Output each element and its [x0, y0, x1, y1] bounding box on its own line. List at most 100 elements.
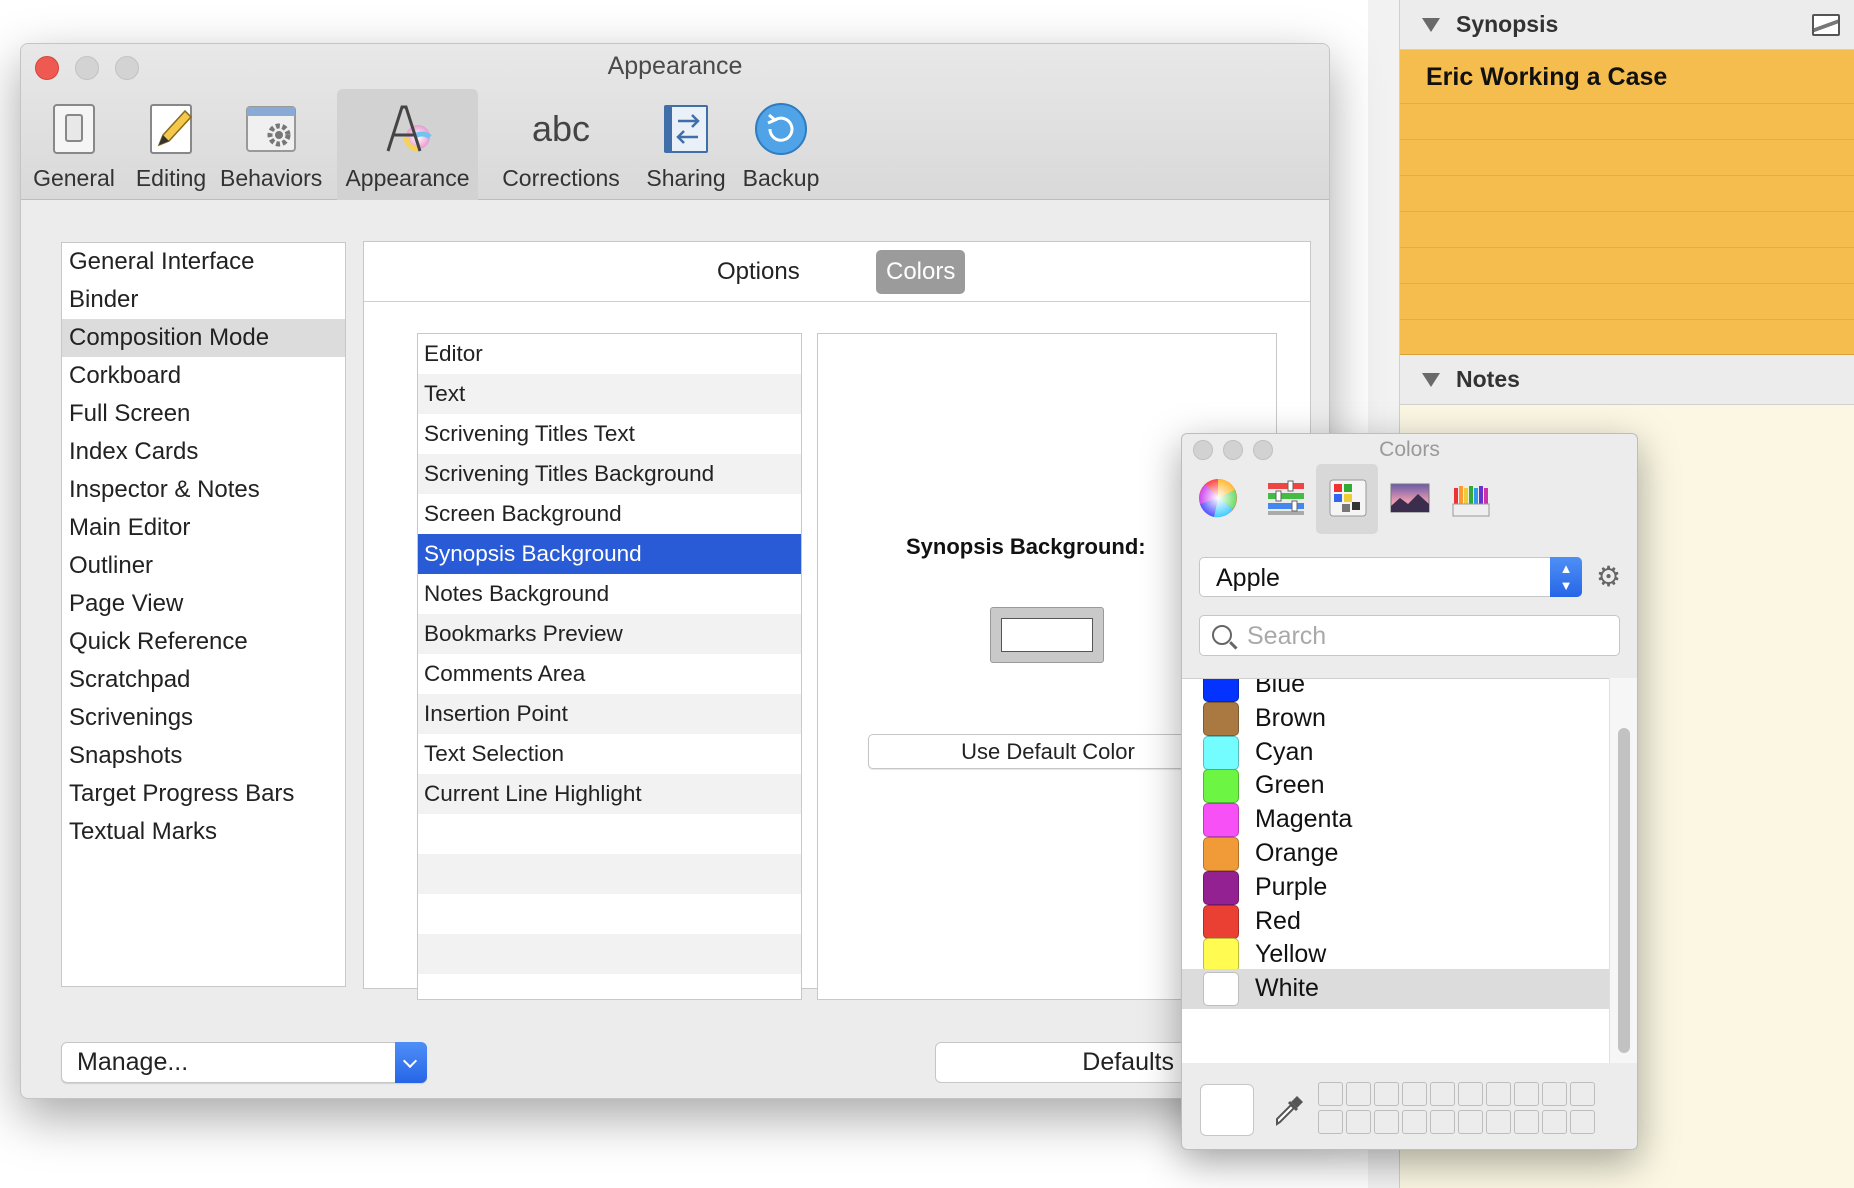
- segment-options[interactable]: Options: [707, 250, 810, 294]
- tab-image-palettes[interactable]: [1378, 464, 1440, 534]
- favorite-swatch-slot[interactable]: [1374, 1110, 1399, 1134]
- element-item[interactable]: Text: [418, 374, 801, 414]
- sliders-icon: [1268, 480, 1304, 515]
- element-item[interactable]: Current Line Highlight: [418, 774, 801, 814]
- element-item[interactable]: Comments Area: [418, 654, 801, 694]
- color-well-swatch: [1001, 618, 1093, 652]
- category-item[interactable]: Binder: [62, 281, 345, 319]
- favorite-swatch-slot[interactable]: [1486, 1110, 1511, 1134]
- element-item[interactable]: Notes Background: [418, 574, 801, 614]
- category-item[interactable]: Target Progress Bars: [62, 775, 345, 813]
- tool-sharing[interactable]: Sharing: [641, 89, 731, 200]
- favorite-swatch-slot[interactable]: [1346, 1082, 1371, 1106]
- swatch-scrollbar[interactable]: [1609, 678, 1637, 1063]
- favorite-swatch-slot[interactable]: [1402, 1110, 1427, 1134]
- search-placeholder: Search: [1247, 622, 1327, 650]
- preferences-toolbar: Appearance General Editing Behaviors App…: [21, 44, 1329, 200]
- search-icon: [1212, 625, 1232, 645]
- favorite-swatch-slot[interactable]: [1514, 1082, 1539, 1106]
- favorite-swatch-slot[interactable]: [1402, 1082, 1427, 1106]
- category-item[interactable]: Scrivenings: [62, 699, 345, 737]
- image-toggle-icon[interactable]: [1812, 14, 1840, 36]
- synopsis-header[interactable]: Synopsis: [1400, 0, 1854, 50]
- tab-pencils[interactable]: [1440, 464, 1502, 534]
- category-item[interactable]: Corkboard: [62, 357, 345, 395]
- defaults-button[interactable]: Defaults: [935, 1042, 1215, 1083]
- favorite-swatch-slot[interactable]: [1570, 1110, 1595, 1134]
- category-item[interactable]: Textual Marks: [62, 813, 345, 851]
- disclosure-triangle-icon[interactable]: [1422, 372, 1440, 387]
- swatch-name: Magenta: [1255, 805, 1353, 834]
- category-list[interactable]: General Interface Binder Composition Mod…: [61, 242, 346, 987]
- swatch-row[interactable]: White: [1182, 969, 1609, 1010]
- synopsis-title[interactable]: Eric Working a Case: [1426, 63, 1667, 92]
- manage-popup[interactable]: Manage...: [61, 1042, 427, 1083]
- favorite-swatch-slot[interactable]: [1430, 1082, 1455, 1106]
- swatch-chip: [1203, 735, 1239, 770]
- tool-appearance[interactable]: Appearance: [337, 89, 478, 200]
- favorite-swatch-slot[interactable]: [1486, 1082, 1511, 1106]
- favorite-swatch-slot[interactable]: [1570, 1082, 1595, 1106]
- tool-editing[interactable]: Editing: [130, 89, 212, 200]
- tool-backup[interactable]: Backup: [734, 89, 828, 200]
- favorite-swatch-slot[interactable]: [1318, 1110, 1343, 1134]
- color-element-list[interactable]: Editor Text Scrivening Titles Text Scriv…: [417, 333, 802, 1000]
- favorite-swatch-slot[interactable]: [1514, 1110, 1539, 1134]
- favorite-swatch-slot[interactable]: [1346, 1110, 1371, 1134]
- manage-label: Manage...: [77, 1048, 189, 1076]
- palette-select[interactable]: Apple ▲ ▼: [1199, 557, 1582, 597]
- category-item[interactable]: Outliner: [62, 547, 345, 585]
- swatch-name: Green: [1255, 771, 1325, 800]
- swatch-chip: [1203, 837, 1239, 871]
- color-well[interactable]: [990, 607, 1104, 663]
- favorite-swatch-slot[interactable]: [1430, 1110, 1455, 1134]
- tool-label: Editing: [135, 165, 207, 191]
- category-item[interactable]: Page View: [62, 585, 345, 623]
- favorite-swatch-slot[interactable]: [1458, 1110, 1483, 1134]
- current-color-well[interactable]: [1200, 1084, 1254, 1136]
- category-item[interactable]: Main Editor: [62, 509, 345, 547]
- category-item-selected[interactable]: Composition Mode: [62, 319, 345, 357]
- tab-palettes[interactable]: [1316, 464, 1378, 534]
- tab-sliders[interactable]: [1254, 464, 1316, 534]
- tool-corrections[interactable]: abc Corrections: [486, 89, 636, 200]
- element-item[interactable]: Scrivening Titles Background: [418, 454, 801, 494]
- tab-color-wheel[interactable]: [1186, 464, 1248, 534]
- eyedropper-icon[interactable]: [1271, 1094, 1305, 1128]
- synopsis-header-label: Synopsis: [1456, 11, 1559, 37]
- favorite-swatch-slot[interactable]: [1374, 1082, 1399, 1106]
- swatch-list[interactable]: Blue Brown Cyan Green Magenta Orange Purple Red…: [1182, 678, 1609, 1063]
- element-item[interactable]: Editor: [418, 334, 801, 374]
- category-item[interactable]: General Interface: [62, 243, 345, 281]
- image-palette-icon: [1390, 483, 1430, 513]
- behaviors-icon: [246, 106, 296, 152]
- category-item[interactable]: Quick Reference: [62, 623, 345, 661]
- category-item[interactable]: Scratchpad: [62, 661, 345, 699]
- element-item[interactable]: Bookmarks Preview: [418, 614, 801, 654]
- favorite-swatch-slot[interactable]: [1458, 1082, 1483, 1106]
- use-default-color-button[interactable]: Use Default Color: [868, 734, 1228, 769]
- scroll-thumb[interactable]: [1618, 728, 1630, 1053]
- synopsis-card[interactable]: Eric Working a Case: [1400, 50, 1854, 355]
- gear-icon[interactable]: ⚙: [1596, 563, 1622, 591]
- color-search-input[interactable]: Search: [1199, 615, 1620, 656]
- element-item[interactable]: Insertion Point: [418, 694, 801, 734]
- category-item[interactable]: Snapshots: [62, 737, 345, 775]
- category-item[interactable]: Inspector & Notes: [62, 471, 345, 509]
- segment-colors[interactable]: Colors: [876, 250, 966, 294]
- tool-general[interactable]: General: [31, 89, 117, 200]
- editing-icon: [150, 104, 193, 154]
- element-item[interactable]: Scrivening Titles Text: [418, 414, 801, 454]
- preview-label: Synopsis Background:: [906, 534, 1146, 559]
- category-item[interactable]: Index Cards: [62, 433, 345, 471]
- favorite-swatch-slot[interactable]: [1318, 1082, 1343, 1106]
- element-item[interactable]: Text Selection: [418, 734, 801, 774]
- favorite-swatch-slot[interactable]: [1542, 1082, 1567, 1106]
- disclosure-triangle-icon[interactable]: [1422, 17, 1440, 32]
- element-item-selected[interactable]: Synopsis Background: [418, 534, 801, 574]
- tool-behaviors[interactable]: Behaviors: [220, 89, 322, 200]
- notes-header[interactable]: Notes: [1400, 355, 1854, 405]
- category-item[interactable]: Full Screen: [62, 395, 345, 433]
- favorite-swatch-slot[interactable]: [1542, 1110, 1567, 1134]
- element-item[interactable]: Screen Background: [418, 494, 801, 534]
